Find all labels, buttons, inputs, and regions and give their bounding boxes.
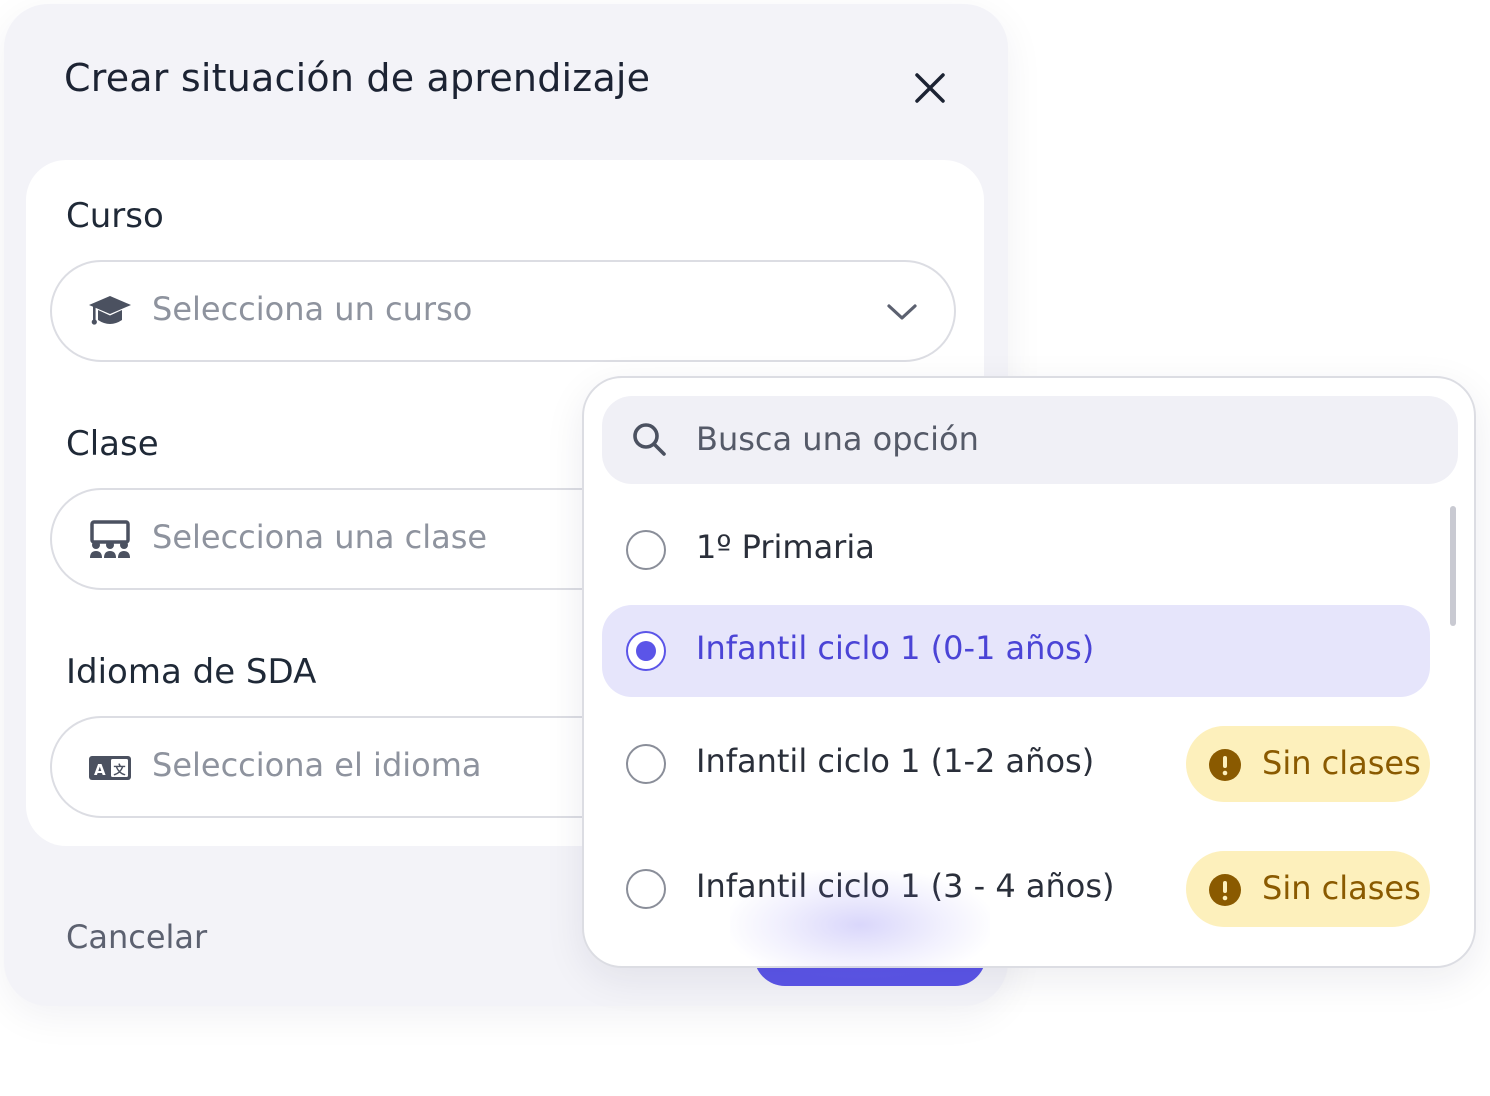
chevron-down-icon: [884, 294, 920, 330]
option-label: Infantil ciclo 1 (0-1 años): [696, 629, 1095, 667]
graduation-cap-icon: [88, 292, 132, 332]
radio-button[interactable]: [626, 530, 666, 570]
scrollbar[interactable]: [1450, 506, 1456, 626]
badge-label: Sin clases: [1262, 869, 1421, 907]
search-icon: [633, 423, 666, 456]
idioma-placeholder: Selecciona el idioma: [152, 746, 482, 784]
radio-selected-dot: [636, 641, 656, 661]
close-icon: [915, 73, 945, 103]
option-item-selected[interactable]: Infantil ciclo 1 (0-1 años): [602, 605, 1430, 697]
clase-placeholder: Selecciona una clase: [152, 518, 488, 556]
idioma-label: Idioma de SDA: [66, 652, 317, 692]
curso-label: Curso: [66, 196, 164, 236]
modal-title: Crear situación de aprendizaje: [64, 56, 651, 100]
badge-label: Sin clases: [1262, 744, 1421, 782]
curso-dropdown: Busca una opción 1º Primaria Infantil ci…: [582, 376, 1476, 968]
classroom-icon: [88, 520, 132, 560]
option-item[interactable]: Infantil ciclo 1 (3 - 4 años) Sin clases: [602, 843, 1430, 935]
option-label: 1º Primaria: [696, 528, 875, 566]
cancel-button[interactable]: Cancelar: [66, 918, 207, 956]
status-badge: Sin clases: [1186, 726, 1430, 802]
search-placeholder: Busca una opción: [696, 420, 979, 458]
status-badge: Sin clases: [1186, 851, 1430, 927]
close-button[interactable]: [904, 62, 956, 114]
radio-button[interactable]: [626, 631, 666, 671]
clase-label: Clase: [66, 424, 159, 464]
radio-button[interactable]: [626, 744, 666, 784]
svg-text:文: 文: [114, 762, 127, 777]
warning-icon: [1209, 874, 1241, 906]
option-label: Infantil ciclo 1 (1-2 años): [696, 742, 1095, 780]
option-item[interactable]: 1º Primaria: [602, 504, 1430, 596]
option-label: Infantil ciclo 1 (3 - 4 años): [696, 867, 1115, 905]
svg-text:A: A: [94, 761, 106, 779]
option-item[interactable]: Infantil ciclo 1 (1-2 años) Sin clases: [602, 718, 1430, 810]
search-input[interactable]: Busca una opción: [602, 396, 1458, 484]
translate-icon: A 文: [88, 748, 132, 788]
radio-button[interactable]: [626, 869, 666, 909]
warning-icon: [1209, 749, 1241, 781]
curso-placeholder: Selecciona un curso: [152, 290, 473, 328]
curso-select[interactable]: Selecciona un curso: [50, 260, 956, 362]
